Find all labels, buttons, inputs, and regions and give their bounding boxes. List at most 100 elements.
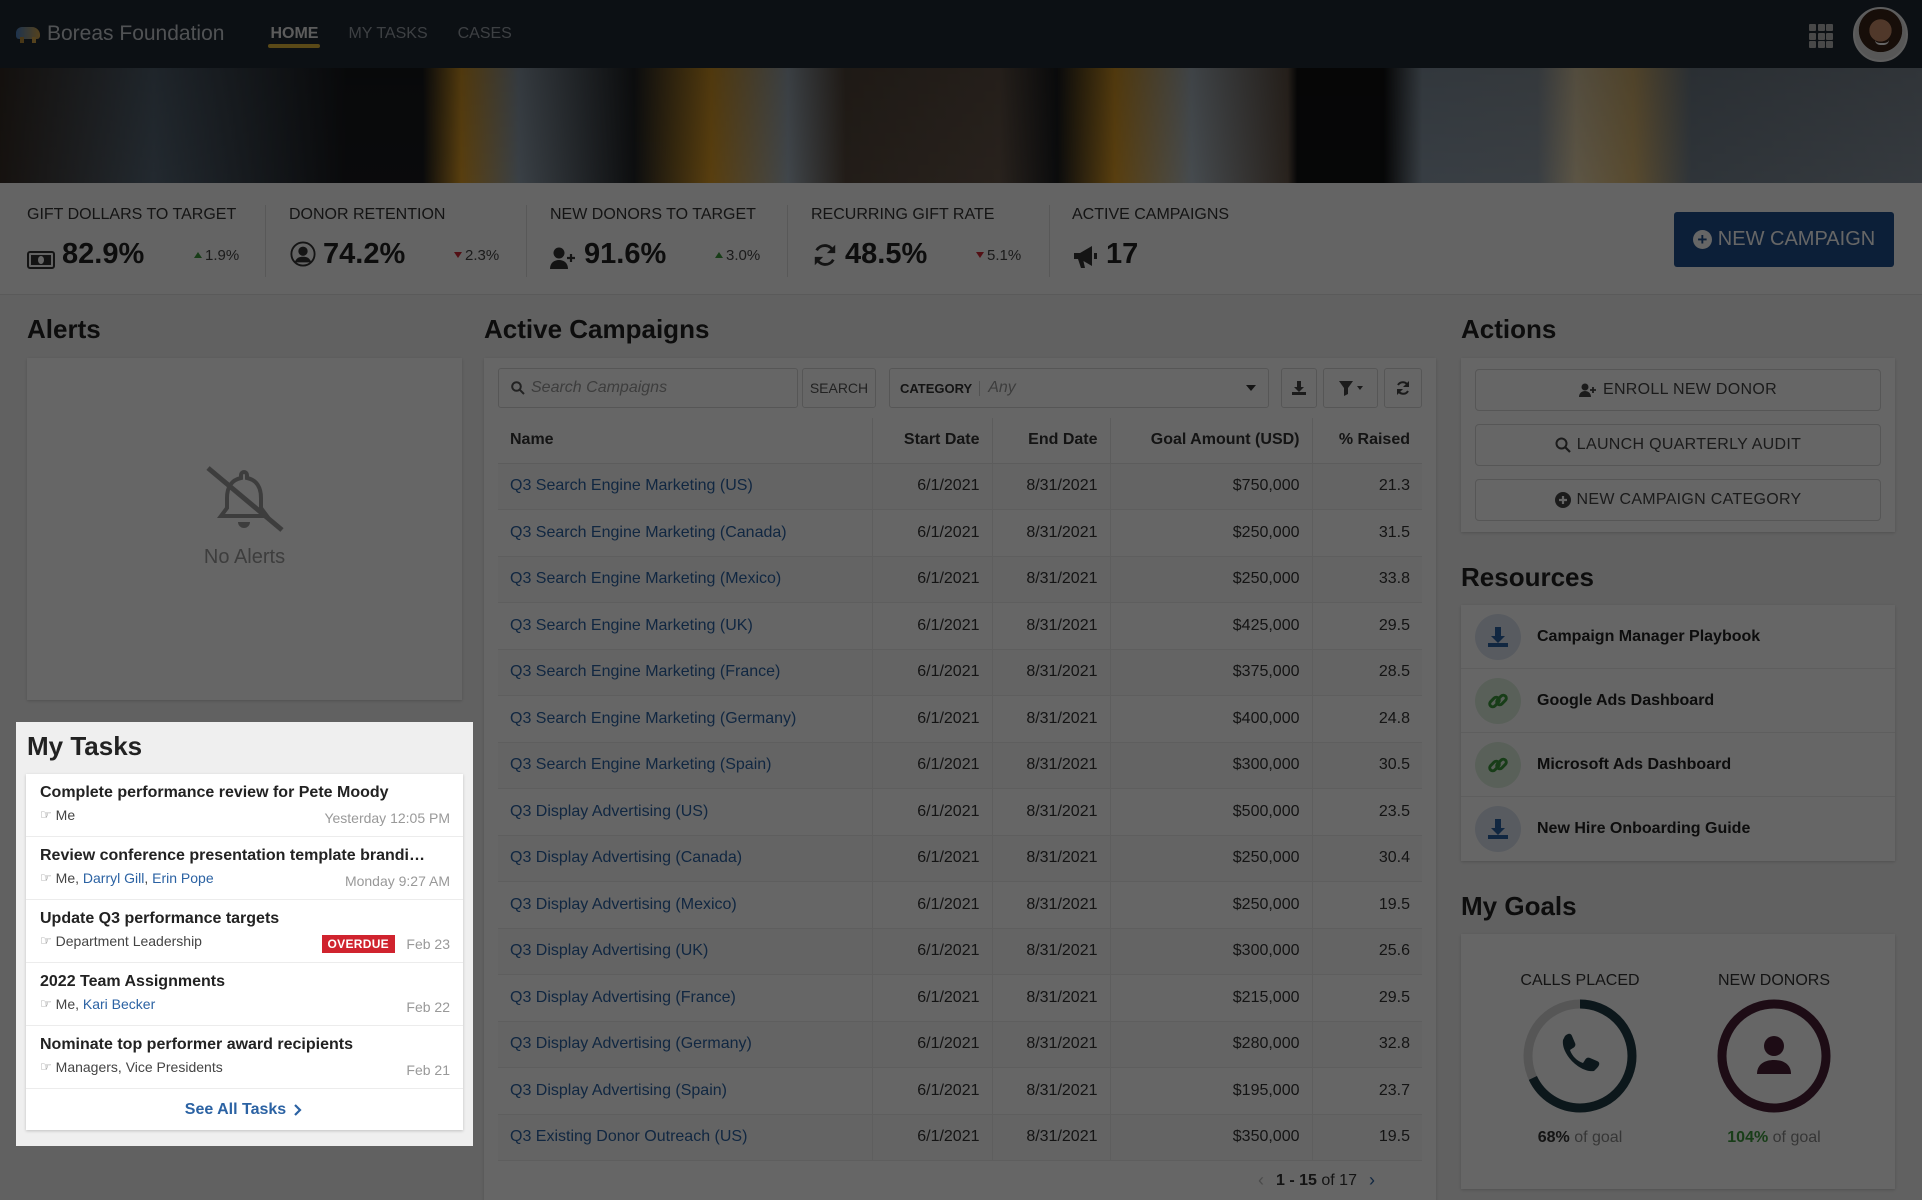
table-row[interactable]: Q3 Search Engine Marketing (Mexico) 6/1/2… (498, 556, 1422, 603)
goal-amount: $425,000 (1110, 602, 1313, 650)
percent-raised: 29.5 (1312, 602, 1422, 650)
enroll-new-donor-button[interactable]: ENROLL NEW DONOR (1475, 369, 1881, 411)
percent-raised: 19.5 (1312, 1114, 1422, 1161)
column-header-goal-amount[interactable]: Goal Amount (USD) (1110, 418, 1313, 464)
campaign-name-link[interactable]: Q3 Search Engine Marketing (Mexico) (498, 556, 873, 603)
task-title: Update Q3 performance targets (40, 910, 280, 927)
end-date: 8/31/2021 (992, 602, 1111, 650)
assignee: Me (55, 870, 76, 886)
table-row[interactable]: Q3 Search Engine Marketing (UK) 6/1/2021 8… (498, 602, 1422, 650)
table-row[interactable]: Q3 Display Advertising (US) 6/1/2021 8/31/… (498, 788, 1422, 836)
see-all-tasks-link[interactable]: See All Tasks (26, 1089, 463, 1130)
task-item[interactable]: Update Q3 performance targets ☞ Department… (26, 900, 463, 963)
campaign-name-link[interactable]: Q3 Display Advertising (US) (498, 788, 873, 836)
resource-item[interactable]: Campaign Manager Playbook (1461, 605, 1895, 669)
resource-item[interactable]: Google Ads Dashboard (1461, 669, 1895, 733)
campaign-name-link[interactable]: Q3 Display Advertising (Canada) (498, 835, 873, 882)
new-campaign-category-button[interactable]: NEW CAMPAIGN CATEGORY (1475, 479, 1881, 521)
start-date: 6/1/2021 (872, 695, 993, 743)
table-row[interactable]: Q3 Display Advertising (UK) 6/1/2021 8/31/… (498, 928, 1422, 975)
column-header-start-date[interactable]: Start Date (872, 418, 993, 464)
column-header-end-date[interactable]: End Date (992, 418, 1111, 464)
column-header-percent-raised[interactable]: % Raised (1312, 418, 1422, 464)
assignee: Department Leadership (55, 933, 202, 949)
table-row[interactable]: Q3 Search Engine Marketing (US) 6/1/2021 8… (498, 463, 1422, 510)
campaign-name-link[interactable]: Q3 Display Advertising (Germany) (498, 1021, 873, 1068)
table-row[interactable]: Q3 Search Engine Marketing (Spain) 6/1/20… (498, 742, 1422, 789)
resource-item[interactable]: New Hire Onboarding Guide (1461, 797, 1895, 861)
kpi-label: DONOR RETENTION (289, 206, 446, 223)
campaign-name-link[interactable]: Q3 Search Engine Marketing (Spain) (498, 742, 873, 789)
new-campaign-button[interactable]: + NEW CAMPAIGN (1674, 212, 1894, 267)
campaigns-table-body: Q3 Search Engine Marketing (US) 6/1/2021 8… (498, 463, 1422, 1161)
chevron-right-icon[interactable]: › (1369, 1170, 1375, 1191)
filter-button[interactable] (1323, 368, 1378, 408)
chevron-down-icon (1246, 385, 1256, 391)
table-row[interactable]: Q3 Search Engine Marketing (Canada) 6/1/2… (498, 509, 1422, 557)
page-total: of 17 (1321, 1171, 1357, 1189)
assignee-link[interactable]: Darryl Gill (83, 870, 144, 886)
search-icon (1555, 437, 1571, 453)
no-alerts-text: No Alerts (203, 546, 286, 568)
campaign-name-link[interactable]: Q3 Search Engine Marketing (Canada) (498, 509, 873, 557)
table-row[interactable]: Q3 Display Advertising (Germany) 6/1/2021… (498, 1021, 1422, 1068)
campaign-name-link[interactable]: Q3 Existing Donor Outreach (US) (498, 1114, 873, 1161)
kpi-label: GIFT DOLLARS TO TARGET (27, 206, 237, 223)
campaign-name-link[interactable]: Q3 Display Advertising (Spain) (498, 1067, 873, 1115)
task-item[interactable]: Nominate top performer award recipients ☞… (26, 1026, 463, 1089)
table-row[interactable]: Q3 Search Engine Marketing (Germany) 6/1/… (498, 695, 1422, 743)
brand[interactable]: Boreas Foundation (16, 22, 224, 46)
user-icon (1757, 1036, 1791, 1074)
task-item[interactable]: Complete performance review for Pete Moo… (26, 774, 463, 837)
launch-quarterly-audit-button[interactable]: LAUNCH QUARTERLY AUDIT (1475, 424, 1881, 466)
campaign-name-link[interactable]: Q3 Search Engine Marketing (UK) (498, 602, 873, 650)
category-select[interactable]: CATEGORY Any (889, 368, 1269, 408)
chevron-left-icon[interactable]: ‹ (1258, 1170, 1264, 1191)
table-row[interactable]: Q3 Display Advertising (France) 6/1/2021 8… (498, 974, 1422, 1022)
campaign-name-link[interactable]: Q3 Search Engine Marketing (Germany) (498, 695, 873, 743)
resource-item[interactable]: Microsoft Ads Dashboard (1461, 733, 1895, 797)
start-date: 6/1/2021 (872, 1021, 993, 1068)
pagination: ‹ 1 - 15 of 17 › (1258, 1170, 1375, 1191)
resources-heading: Resources (1461, 562, 1594, 592)
campaign-name-link[interactable]: Q3 Search Engine Marketing (France) (498, 649, 873, 696)
table-row[interactable]: Q3 Existing Donor Outreach (US) 6/1/2021 8… (498, 1114, 1422, 1161)
end-date: 8/31/2021 (992, 1114, 1111, 1161)
page-range: 1 - 15 (1276, 1171, 1317, 1189)
campaign-name-link[interactable]: Q3 Display Advertising (Mexico) (498, 881, 873, 929)
hand-point-icon: ☞ (40, 996, 52, 1011)
task-item[interactable]: 2022 Team Assignments ☞ Me, Kari Becker Feb… (26, 963, 463, 1026)
table-row[interactable]: Q3 Display Advertising (Canada) 6/1/2021 8… (498, 835, 1422, 882)
refresh-button[interactable] (1384, 368, 1422, 408)
table-row[interactable]: Q3 Display Advertising (Spain) 6/1/2021 8/… (498, 1067, 1422, 1115)
plus-circle-icon: + (1692, 230, 1712, 249)
table-row[interactable]: Q3 Search Engine Marketing (France) 6/1/2… (498, 649, 1422, 696)
campaign-name-link[interactable]: Q3 Search Engine Marketing (US) (498, 463, 873, 510)
nav-tab-home[interactable]: HOME (268, 0, 321, 68)
download-icon (1292, 381, 1306, 395)
search-input[interactable]: Search Campaigns (498, 368, 798, 408)
divider (787, 205, 788, 277)
nav-tab-cases[interactable]: CASES (458, 0, 512, 68)
kpi-gift-dollars: GIFT DOLLARS TO TARGET 82.9% 1.9% (27, 183, 257, 295)
assignee-link[interactable]: Erin Pope (152, 870, 213, 886)
avatar[interactable] (1853, 7, 1908, 62)
table-row[interactable]: Q3 Display Advertising (Mexico) 6/1/2021 8… (498, 881, 1422, 929)
campaign-name-link[interactable]: Q3 Display Advertising (UK) (498, 928, 873, 975)
percent-raised: 23.7 (1312, 1067, 1422, 1115)
kpi-label: NEW DONORS TO TARGET (550, 206, 756, 223)
grid-icon[interactable] (1809, 24, 1833, 48)
task-item[interactable]: Review conference presentation template … (26, 837, 463, 900)
column-header-name[interactable]: Name (498, 418, 873, 464)
assignee-link[interactable]: Kari Becker (83, 996, 155, 1012)
nav-tab-my-tasks[interactable]: MY TASKS (348, 0, 427, 68)
search-button[interactable]: SEARCH (802, 368, 876, 408)
goal-amount: $250,000 (1110, 556, 1313, 603)
download-button[interactable] (1281, 368, 1317, 408)
task-date: Monday 9:27 AM (344, 873, 450, 889)
assignee: Me (55, 996, 76, 1012)
end-date: 8/31/2021 (992, 463, 1111, 510)
campaign-name-link[interactable]: Q3 Display Advertising (France) (498, 974, 873, 1022)
task-title: Nominate top performer award recipients (40, 1036, 353, 1053)
end-date: 8/31/2021 (992, 1067, 1111, 1115)
